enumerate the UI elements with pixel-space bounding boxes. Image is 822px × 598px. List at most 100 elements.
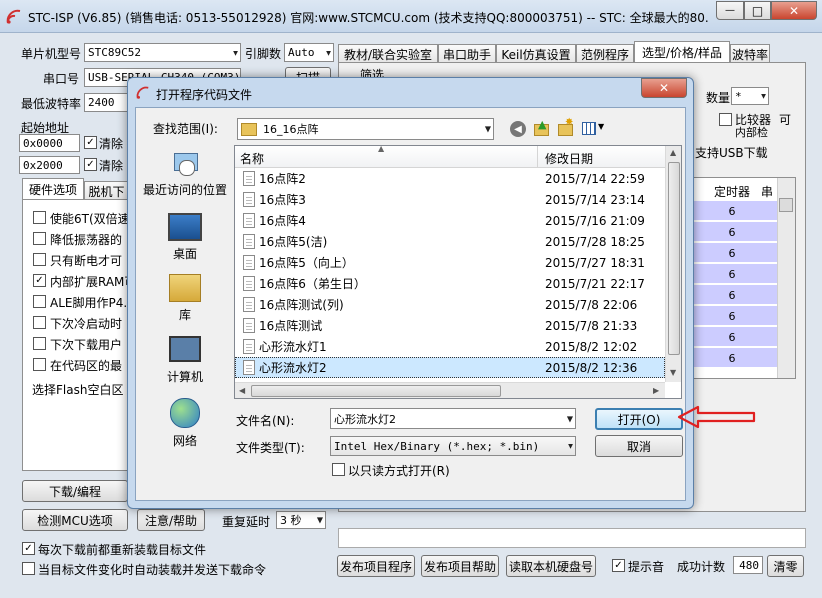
grid-row[interactable]: 6: [683, 306, 777, 326]
download-button[interactable]: 下载/编程: [22, 480, 128, 502]
file-row[interactable]: 16点阵2 2015/7/14 22:59: [235, 168, 665, 189]
readonly-checkbox[interactable]: [332, 463, 345, 476]
horizontal-scroll-thumb[interactable]: [251, 385, 501, 397]
option-checkbox[interactable]: [33, 337, 46, 350]
option-checkbox[interactable]: [33, 232, 46, 245]
place-computer-label: 计算机: [166, 370, 203, 384]
reload-label: 每次下载前都重新装载目标文件: [38, 543, 207, 557]
filetype-select[interactable]: Intel Hex/Binary (*.hex; *.bin) ▼: [330, 436, 576, 456]
view-menu-button[interactable]: ▼: [581, 120, 607, 137]
up-folder-button[interactable]: ▲: [533, 118, 550, 137]
lookin-select[interactable]: 16_16点阵 ▼: [237, 118, 494, 140]
vertical-scrollbar[interactable]: ▲ ▼: [665, 146, 681, 382]
hint-sound-checkbox[interactable]: ✓: [612, 559, 625, 572]
pins-select[interactable]: Auto ▼: [284, 43, 334, 62]
tab-offline[interactable]: 脱机下: [84, 181, 129, 200]
right-tab-3[interactable]: 范例程序: [576, 44, 634, 63]
publish-help-button[interactable]: 发布项目帮助: [421, 555, 499, 577]
file-row[interactable]: 心形流水灯2 2015/8/2 12:36: [235, 357, 665, 378]
option-checkbox[interactable]: [33, 211, 46, 224]
vertical-scroll-thumb[interactable]: [668, 162, 680, 355]
col-date-header[interactable]: 修改日期: [545, 150, 593, 167]
file-row[interactable]: 16点阵4 2015/7/16 21:09: [235, 210, 665, 231]
filetype-value: Intel Hex/Binary (*.hex; *.bin): [334, 439, 540, 453]
lookin-value: 16_16点阵: [263, 123, 319, 136]
place-network[interactable]: 网络: [142, 398, 228, 449]
view-grid-icon: [582, 122, 596, 135]
option-checkbox[interactable]: [33, 253, 46, 266]
reload-checkbox[interactable]: ✓: [22, 542, 35, 555]
grid-scroll-thumb[interactable]: [779, 198, 793, 212]
option-checkbox[interactable]: [33, 295, 46, 308]
grid-row[interactable]: 6: [683, 348, 777, 368]
mcu-select[interactable]: STC89C52 ▼: [84, 43, 241, 62]
open-button[interactable]: 打开(O): [595, 408, 683, 430]
cancel-button[interactable]: 取消: [595, 435, 683, 457]
read-disk-button[interactable]: 读取本机硬盘号: [506, 555, 596, 577]
dialog-close-button[interactable]: ✕: [641, 78, 687, 98]
file-name: 16点阵6（弟生日）: [259, 277, 366, 291]
file-name: 16点阵2: [259, 172, 306, 186]
file-row[interactable]: 16点阵测试 2015/7/8 21:33: [235, 315, 665, 336]
back-button[interactable]: ◀: [510, 121, 526, 137]
place-desktop[interactable]: 桌面: [142, 213, 228, 262]
grid-row[interactable]: 6: [683, 285, 777, 305]
clear2-label: 清除: [99, 159, 124, 173]
addr2-input[interactable]: 0x2000: [19, 156, 80, 174]
clear1-checkbox[interactable]: ✓: [84, 136, 97, 149]
baud-select[interactable]: 2400: [84, 93, 129, 112]
cancel-button-label: 取消: [626, 439, 651, 454]
new-folder-button[interactable]: ✸: [557, 117, 574, 137]
right-tab-2[interactable]: Keil仿真设置: [496, 44, 576, 63]
chevron-down-icon: ▼: [484, 124, 491, 134]
publish-program-button[interactable]: 发布项目程序: [337, 555, 415, 577]
clear2-checkbox[interactable]: ✓: [84, 158, 97, 171]
auto-load-checkbox[interactable]: [22, 562, 35, 575]
addr1-input[interactable]: 0x0000: [19, 134, 80, 152]
detect-mcu-label: 检测MCU选项: [37, 513, 113, 528]
notice-help-button[interactable]: 注意/帮助: [137, 509, 205, 531]
place-computer[interactable]: 计算机: [142, 336, 228, 385]
option-label: 使能6T(双倍速: [50, 212, 130, 226]
detect-mcu-button[interactable]: 检测MCU选项: [22, 509, 128, 531]
grid-row[interactable]: 6: [683, 201, 777, 221]
grid-col-timer: 定时器: [713, 185, 750, 199]
tab-hardware-label: 硬件选项: [28, 183, 77, 197]
file-row[interactable]: 16点阵测试(列) 2015/7/8 22:06: [235, 294, 665, 315]
file-row[interactable]: 心形流水灯1 2015/8/2 12:02: [235, 336, 665, 357]
file-row[interactable]: 16点阵3 2015/7/14 23:14: [235, 189, 665, 210]
file-row[interactable]: 16点阵5(洁) 2015/7/28 18:25: [235, 231, 665, 252]
col-name-header[interactable]: 名称: [240, 150, 264, 167]
grid-row[interactable]: 6: [683, 222, 777, 242]
option-checkbox[interactable]: [33, 358, 46, 371]
place-library[interactable]: 库: [142, 274, 228, 323]
file-row[interactable]: 16点阵5（向上） 2015/7/27 18:31: [235, 252, 665, 273]
compare-checkbox[interactable]: [719, 113, 732, 126]
clear-count-button[interactable]: 清零: [767, 555, 804, 577]
retry-select[interactable]: 3 秒 ▼: [276, 511, 326, 529]
maximize-button[interactable]: □: [744, 1, 771, 20]
right-tab-5[interactable]: 波特率: [730, 44, 770, 63]
file-date: 2015/7/14 23:14: [545, 192, 645, 207]
option-checkbox[interactable]: [33, 316, 46, 329]
horizontal-scrollbar[interactable]: ◀ ▶: [235, 382, 665, 398]
app-icon: [6, 9, 22, 25]
file-date: 2015/8/2 12:02: [545, 339, 638, 354]
option-checkbox[interactable]: ✓: [33, 274, 46, 287]
filename-input[interactable]: 心形流水灯2 ▼: [330, 408, 576, 429]
minimize-button[interactable]: —: [716, 1, 744, 20]
count-select[interactable]: * ▼: [731, 87, 769, 105]
file-row[interactable]: 16点阵6（弟生日） 2015/7/21 22:17: [235, 273, 665, 294]
grid-row[interactable]: 6: [683, 264, 777, 284]
right-tab-4[interactable]: 选型/价格/样品: [634, 41, 730, 63]
place-recent[interactable]: 最近访问的位置: [142, 148, 228, 198]
right-tab-label: 波特率: [731, 47, 768, 62]
right-tab-1[interactable]: 串口助手: [438, 44, 496, 63]
close-button[interactable]: ✕: [771, 1, 817, 20]
right-tab-0[interactable]: 教材/联合实验室: [338, 44, 438, 63]
file-list[interactable]: 名称 ▲ 修改日期 16点阵2 2015/7/14 22:59 16点阵3 2015/…: [234, 145, 682, 399]
tab-hardware[interactable]: 硬件选项: [22, 178, 84, 200]
grid-row[interactable]: 6: [683, 243, 777, 263]
grid-row[interactable]: 6: [683, 327, 777, 347]
back-arrow-icon: ◀: [514, 123, 522, 135]
